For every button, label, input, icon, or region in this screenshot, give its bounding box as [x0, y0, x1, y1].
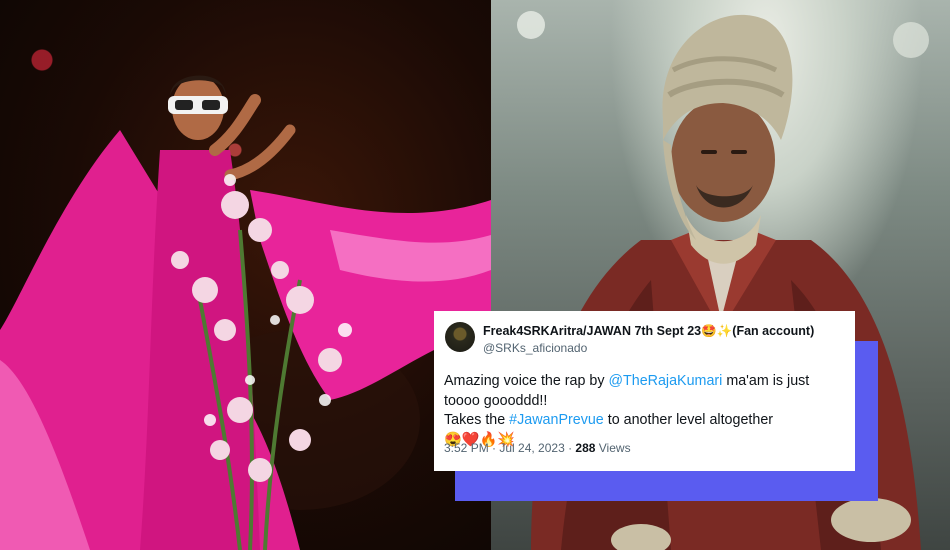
- performer-illustration: [0, 75, 491, 550]
- tweet-card[interactable]: Freak4SRKAritra/JAWAN 7th Sept 23🤩✨(Fan …: [434, 311, 855, 471]
- display-name-suffix: (Fan account): [732, 324, 815, 338]
- mention-link[interactable]: @TheRajaKumari: [609, 373, 723, 389]
- display-name-text: Freak4SRKAritra/JAWAN 7th Sept 23: [483, 324, 702, 338]
- views-label: Views: [595, 441, 631, 455]
- tweet-meta: 3:52 PM · Jul 24, 2023 · 288 Views: [444, 441, 631, 455]
- avatar[interactable]: [445, 322, 475, 352]
- user-handle[interactable]: @SRKs_aficionado: [483, 341, 814, 355]
- display-name[interactable]: Freak4SRKAritra/JAWAN 7th Sept 23🤩✨(Fan …: [483, 324, 814, 339]
- display-name-emoji: 🤩✨: [701, 324, 733, 338]
- tweet-text: Amazing voice the rap by @TheRajaKumari …: [444, 372, 844, 450]
- timestamp[interactable]: 3:52 PM · Jul 24, 2023 ·: [444, 441, 575, 455]
- tweet-text-part: Amazing voice the rap by: [444, 373, 609, 389]
- performer-photo: [0, 0, 491, 550]
- views-count: 288: [575, 441, 596, 455]
- hashtag-link[interactable]: #JawanPrevue: [509, 412, 604, 428]
- tweet-header: Freak4SRKAritra/JAWAN 7th Sept 23🤩✨(Fan …: [483, 324, 814, 355]
- tweet-text-part: to another level altogether: [603, 412, 774, 428]
- tweet-text-part: Takes the: [444, 412, 510, 428]
